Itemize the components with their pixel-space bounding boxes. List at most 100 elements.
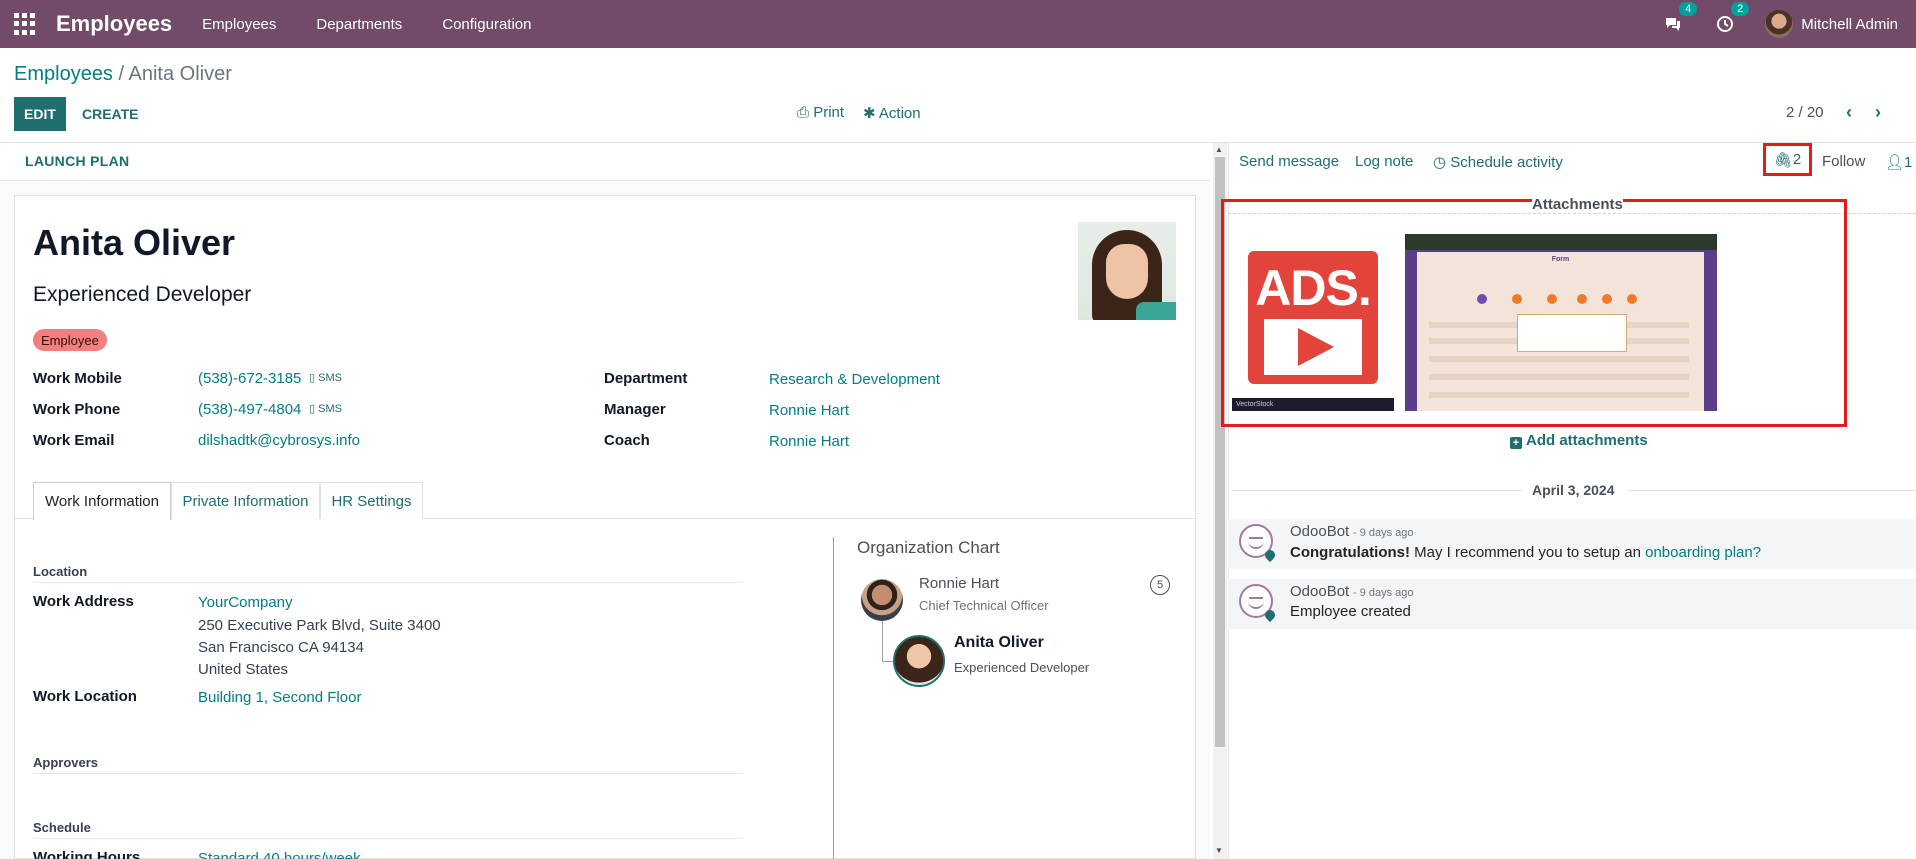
attachment-thumbnail-ads[interactable]: ADS. VectorStock [1232,234,1394,411]
clock-icon: ◷ [1433,154,1447,171]
followers-button[interactable]: 👤︎1 [1885,153,1912,171]
user-menu[interactable]: Mitchell Admin [1801,16,1898,33]
gear-icon: ✱ [863,105,876,122]
coach-label: Coach [604,432,650,449]
work-email-value[interactable]: dilshadtk@cybrosys.info [198,432,360,449]
action-button[interactable]: ✱ Action [863,104,921,122]
employee-name[interactable]: Anita Oliver [33,222,235,264]
tab-private-information[interactable]: Private Information [171,482,320,519]
schedule-activity-label: Schedule activity [1450,154,1563,171]
messaging-button[interactable]: 4 [1661,2,1698,36]
chevron-right-icon[interactable]: › [1875,102,1881,123]
org-manager-subordinates-count[interactable]: 5 [1150,575,1170,595]
app-title[interactable]: Employees [56,11,172,37]
action-label: Action [878,105,921,122]
message-author[interactable]: OdooBot [1290,583,1349,600]
breadcrumb-current: Anita Oliver [128,63,232,85]
address-line-3: United States [198,661,289,678]
approvers-divider [33,773,743,774]
top-navbar: Employees Employees Departments Configur… [0,0,1916,48]
apps-menu-icon[interactable] [14,13,36,35]
manager-value[interactable]: Ronnie Hart [769,402,849,419]
odoobot-avatar[interactable] [1239,524,1278,563]
employee-job-title[interactable]: Experienced Developer [33,283,251,307]
employee-tag[interactable]: Employee [33,329,107,351]
date-separator: April 3, 2024 [1532,482,1615,498]
work-mobile-sms-button[interactable]: ▯ SMS [309,371,342,384]
chevron-left-icon[interactable]: ‹ [1846,102,1852,123]
work-address-label: Work Address [33,593,134,610]
coach-value[interactable]: Ronnie Hart [769,433,849,450]
work-mobile-label: Work Mobile [33,370,122,387]
working-hours-value[interactable]: Standard 40 hours/week [198,850,361,859]
work-address-company[interactable]: YourCompany [198,594,293,611]
message-body: Congratulations! May I recommend you to … [1290,544,1761,561]
work-phone-value[interactable]: (538)-497-4804 [198,401,301,418]
create-button[interactable]: CREATE [82,97,139,131]
print-button[interactable]: ⎙ Print [797,104,844,121]
manager-avatar[interactable] [861,579,903,621]
work-mobile-value[interactable]: (538)-672-3185 [198,370,301,387]
employee-photo[interactable] [1078,222,1176,320]
org-employee-name: Anita Oliver [954,634,1044,651]
send-message-button[interactable]: Send message [1239,153,1339,170]
message-date: - 9 days ago [1353,527,1414,539]
user-icon: 👤︎ [1885,154,1905,171]
mobile-icon: ▯ [309,372,316,384]
attachments-toggle-button[interactable]: 🖇︎ 2 [1763,143,1812,176]
work-phone-label: Work Phone [33,401,121,418]
breadcrumb-parent[interactable]: Employees [14,63,113,85]
scroll-down-arrow-icon[interactable]: ▼ [1215,846,1223,855]
date-separator-line-left [1232,490,1522,491]
working-hours-label: Working Hours [33,849,141,859]
department-label: Department [604,370,688,387]
schedule-section-title: Schedule [33,820,91,835]
add-attachments-label: Add attachments [1526,432,1648,449]
work-location-label: Work Location [33,688,137,705]
department-value[interactable]: Research & Development [769,371,940,388]
org-connector [882,621,883,661]
onboarding-plan-link[interactable]: onboarding plan? [1645,544,1761,561]
attachments-count: 2 [1792,151,1802,168]
message-author[interactable]: OdooBot [1290,523,1349,540]
work-email-label: Work Email [33,432,115,449]
add-attachments-button[interactable]: + Add attachments [1510,432,1648,449]
menu-departments[interactable]: Departments [316,16,402,33]
menu-configuration[interactable]: Configuration [442,16,531,33]
manager-label: Manager [604,401,666,418]
activities-badge: 2 [1731,2,1750,16]
schedule-activity-button[interactable]: ◷ Schedule activity [1433,153,1563,171]
work-phone-sms-button[interactable]: ▯ SMS [309,402,342,415]
location-section-title: Location [33,564,88,579]
log-note-button[interactable]: Log note [1355,153,1413,170]
follow-button[interactable]: Follow [1822,153,1865,170]
employee-avatar [893,635,945,687]
clock-icon [1717,16,1734,32]
ads-logo-image: ADS. [1248,251,1378,384]
work-location-value[interactable]: Building 1, Second Floor [198,689,361,706]
odoobot-avatar[interactable] [1239,584,1278,623]
tab-work-information[interactable]: Work Information [33,482,171,520]
scroll-up-arrow-icon[interactable]: ▲ [1215,145,1223,154]
breadcrumb: Employees / Anita Oliver [14,63,232,86]
org-chart-separator [833,537,834,859]
messages-badge: 4 [1679,2,1698,16]
launch-plan-button[interactable]: LAUNCH PLAN [25,153,129,169]
activities-button[interactable]: 2 [1713,2,1750,36]
message-date: - 9 days ago [1353,587,1414,599]
pager-value[interactable]: 2 / 20 [1786,104,1824,121]
menu-employees[interactable]: Employees [202,16,276,33]
org-employee-job: Experienced Developer [954,660,1090,675]
org-manager-name[interactable]: Ronnie Hart [919,575,999,592]
breadcrumb-separator: / [118,63,125,85]
tab-hr-settings[interactable]: HR Settings [320,482,423,519]
chat-icon [1666,18,1681,31]
edit-button[interactable]: EDIT [14,97,66,131]
org-manager-job: Chief Technical Officer [919,598,1049,613]
address-line-1: 250 Executive Park Blvd, Suite 3400 [198,617,441,634]
user-avatar[interactable] [1765,10,1794,38]
message-bold-text: Congratulations! [1290,544,1410,561]
schedule-divider [33,838,743,839]
attachment-thumbnail-screenshot[interactable]: Form [1405,234,1717,411]
ads-thumbnail-footer: VectorStock [1232,398,1394,411]
